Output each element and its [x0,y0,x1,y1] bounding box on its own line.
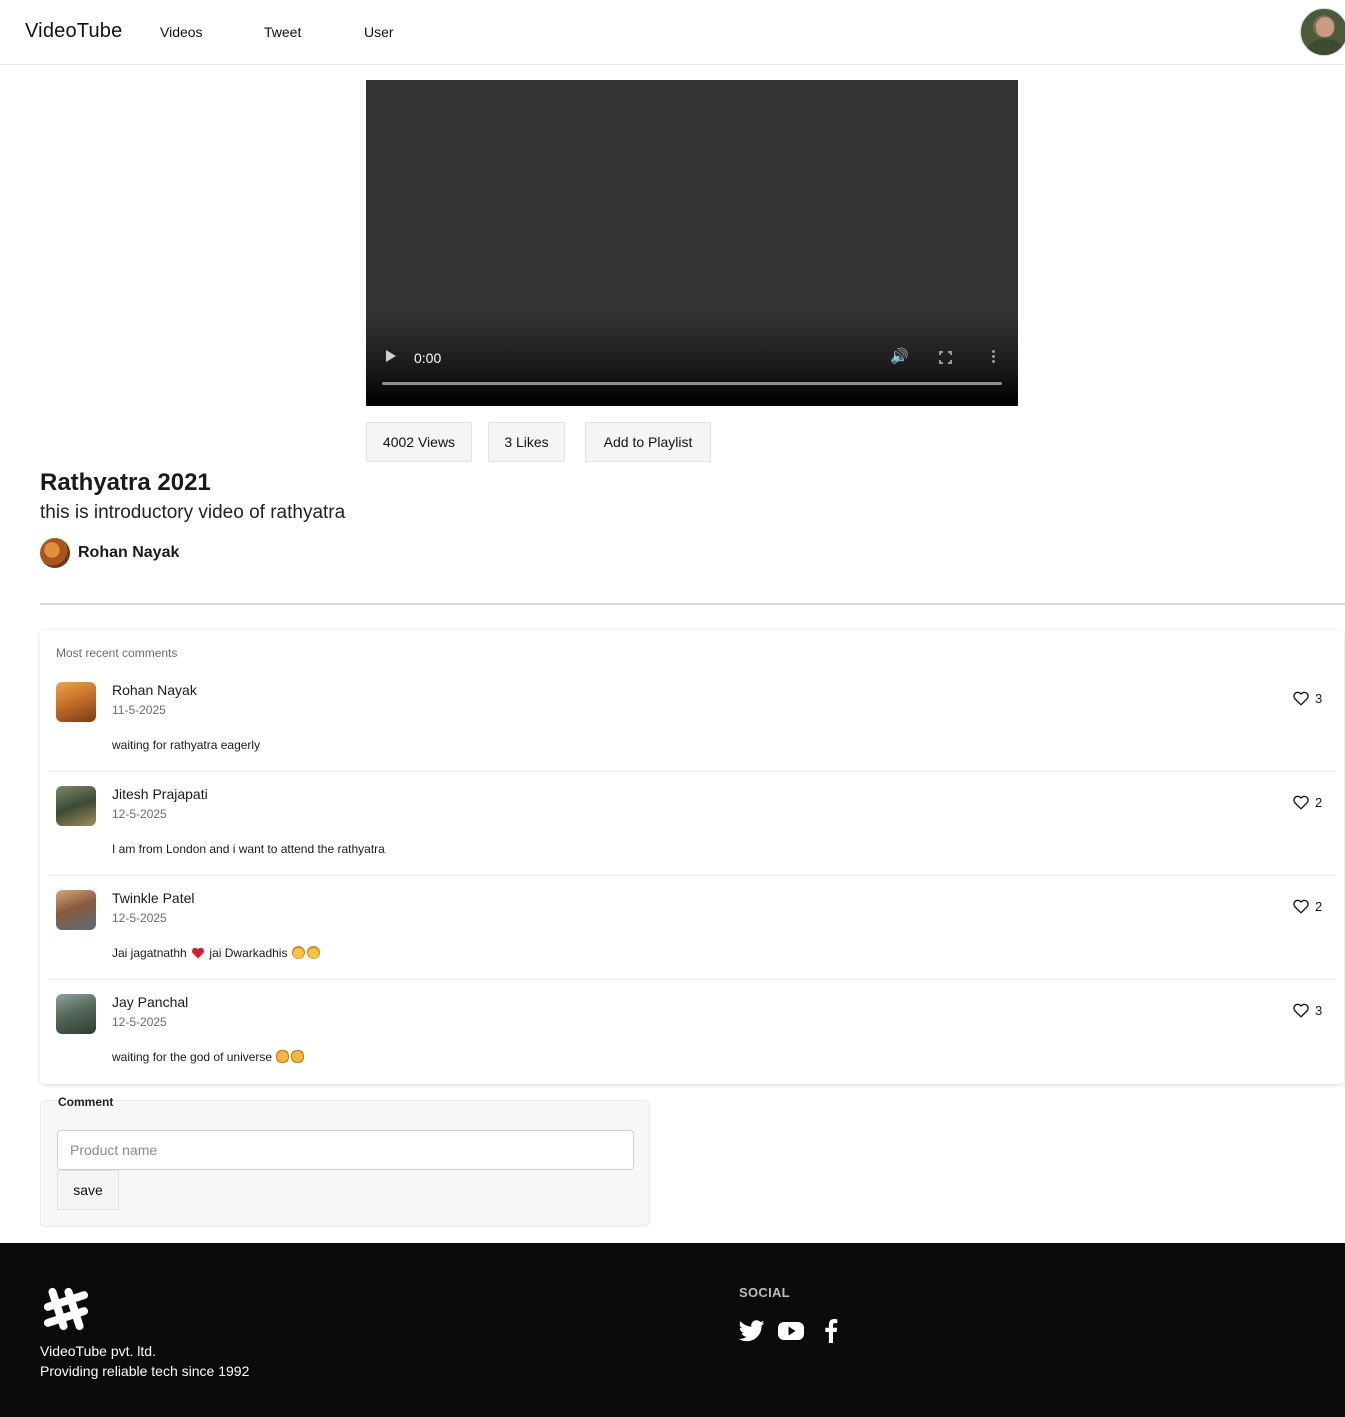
hashtag-logo-icon [43,1287,89,1331]
comment-like-button[interactable]: 3 [1293,691,1322,706]
views-button[interactable]: 4002 Views [366,422,472,462]
commenter-avatar [56,994,96,1034]
brand-logo-text[interactable]: VideoTube [25,20,122,43]
comment-item: Jay Panchal 12-5-2025 waiting for the go… [48,980,1336,1084]
footer-company-name: VideoTube pvt. ltd. [40,1343,156,1359]
video-time: 0:00 [414,350,442,366]
play-icon[interactable] [386,350,396,362]
comment-text-part: waiting for the god of universe [112,1050,273,1064]
comment-text-part: Jai jagatnathh [112,946,187,960]
comment-text-part: jai Dwarkadhis [209,946,288,960]
raised-hands-emoji-icon [276,1050,290,1063]
comment-input[interactable] [57,1130,634,1170]
comment-like-button[interactable]: 2 [1293,899,1322,914]
comment-text: waiting for rathyatra eagerly [112,738,261,752]
youtube-icon[interactable] [778,1319,804,1343]
comment-text: Jai jagatnathh jai Dwarkadhis [112,946,321,960]
comment-like-button[interactable]: 3 [1293,1003,1322,1018]
volume-icon[interactable]: 🔊 [890,349,909,365]
comment-form: Comment save [40,1095,650,1227]
twitter-icon[interactable] [739,1319,765,1343]
heart-icon [1293,899,1309,914]
comment-date: 12-5-2025 [112,807,167,821]
commenter-name: Jitesh Prajapati [112,786,208,802]
owner-avatar[interactable] [40,538,70,568]
footer-tagline: Providing reliable tech since 1992 [40,1363,250,1379]
comment-like-count: 3 [1315,691,1323,706]
comment-text: I am from London and i want to attend th… [112,842,385,856]
heart-icon [1293,795,1309,810]
user-avatar[interactable] [1300,8,1345,56]
save-button[interactable]: save [57,1170,119,1210]
video-description: this is introductory video of rathyatra [40,502,346,523]
nav-link-tweet[interactable]: Tweet [264,24,301,40]
facebook-icon[interactable] [822,1319,840,1343]
heart-icon [1293,691,1309,706]
fullscreen-icon[interactable] [939,351,952,364]
comment-like-count: 2 [1315,899,1323,914]
commenter-avatar [56,890,96,930]
add-to-playlist-button[interactable]: Add to Playlist [585,422,711,462]
likes-button[interactable]: 3 Likes [488,422,565,462]
navbar: VideoTube Videos Tweet User [0,0,1345,65]
nav-link-videos[interactable]: Videos [160,24,203,40]
comments-section: Most recent comments Rohan Nayak 11-5-20… [40,630,1344,1084]
comment-form-label: Comment [58,1095,114,1109]
footer: VideoTube pvt. ltd. Providing reliable t… [0,1243,1345,1417]
comment-item: Jitesh Prajapati 12-5-2025 I am from Lon… [48,772,1336,876]
commenter-avatar [56,682,96,722]
raised-hands-emoji-icon [291,1050,305,1063]
star-struck-emoji-icon [291,946,305,959]
nav-link-user[interactable]: User [364,24,394,40]
comment-like-count: 3 [1315,1003,1323,1018]
commenter-name: Rohan Nayak [112,682,197,698]
owner-name[interactable]: Rohan Nayak [78,544,179,562]
video-progress-bar[interactable] [382,382,1002,385]
more-options-icon[interactable] [992,350,995,365]
comment-date: 12-5-2025 [112,911,167,925]
comment-item: Rohan Nayak 11-5-2025 waiting for rathya… [48,668,1336,772]
star-struck-emoji-icon [306,946,320,959]
video-title: Rathyatra 2021 [40,469,211,496]
comments-heading: Most recent comments [56,646,178,660]
comment-like-count: 2 [1315,795,1323,810]
comment-item: Twinkle Patel 12-5-2025 Jai jagatnathh j… [48,876,1336,980]
social-heading: SOCIAL [739,1285,790,1300]
section-divider [40,603,1345,605]
commenter-avatar [56,786,96,826]
comment-like-button[interactable]: 2 [1293,795,1322,810]
red-heart-emoji-icon [192,947,205,959]
video-player[interactable]: 0:00 🔊 [366,80,1018,406]
comment-date: 11-5-2025 [112,703,166,717]
comment-text: waiting for the god of universe [112,1050,305,1064]
comment-date: 12-5-2025 [112,1015,167,1029]
commenter-name: Jay Panchal [112,994,189,1010]
heart-icon [1293,1003,1309,1018]
commenter-name: Twinkle Patel [112,890,195,906]
